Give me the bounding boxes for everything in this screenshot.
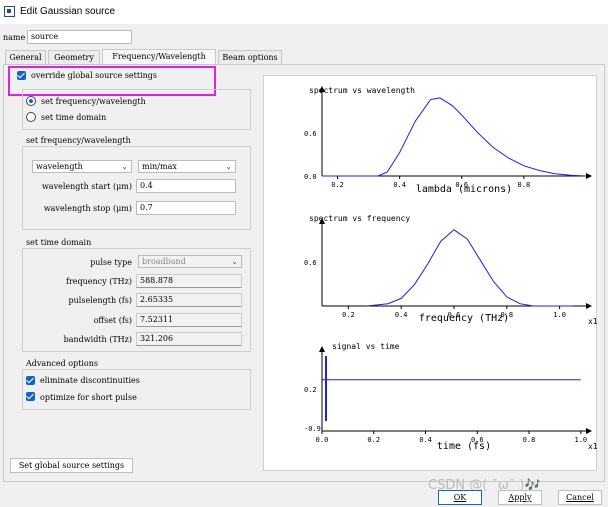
- x-tick-label: 0.8: [523, 436, 536, 444]
- advanced-group-title: Advanced options: [26, 359, 99, 368]
- wavelength-start-label: wavelength start (μm): [41, 182, 132, 191]
- tab-frequency-wavelength[interactable]: Frequency/Wavelength: [102, 49, 216, 64]
- radio-set-time-domain-label: set time domain: [41, 113, 107, 122]
- chevron-down-icon: ⌄: [121, 162, 128, 171]
- ok-button[interactable]: OK: [438, 490, 482, 505]
- chart-title: spectrum vs frequency: [309, 214, 410, 223]
- wavelength-stop-input[interactable]: 0.7: [136, 201, 236, 215]
- tab-general[interactable]: General: [5, 50, 46, 64]
- chart-title: signal vs time: [332, 342, 400, 351]
- offset-label: offset (fs): [93, 316, 132, 325]
- pulse-type-value: broadband: [142, 257, 186, 266]
- override-label: override global source settings: [31, 71, 158, 80]
- y-axis-arrow: [319, 346, 325, 352]
- pulselength-label: pulselength (fs): [68, 296, 132, 305]
- x-axis-label: frequency (THz): [419, 313, 509, 324]
- radio-set-frequency-label: set frequency/wavelength: [41, 97, 146, 106]
- x-tick-label: 0.2: [342, 311, 355, 319]
- tab-geometry[interactable]: Geometry: [48, 50, 100, 64]
- x-tick-label: 1.0: [574, 436, 587, 444]
- time-group-title: set time domain: [26, 238, 92, 247]
- x-multiplier: x10: [588, 442, 598, 451]
- x-tick-label: 1.0: [553, 311, 566, 319]
- x-axis-arrow: [586, 428, 592, 434]
- optimize-short-pulse-checkbox[interactable]: [26, 392, 35, 401]
- pulse-type-label: pulse type: [90, 258, 132, 267]
- title-bar: Edit Gaussian source: [0, 0, 608, 24]
- unit-select-value: wavelength: [36, 162, 83, 171]
- y-tick-label: 0.0: [304, 173, 317, 181]
- y-tick-label: 0.2: [304, 386, 317, 394]
- y-tick-label: 0.6: [304, 130, 317, 138]
- eliminate-discontinuities-checkbox[interactable]: [26, 376, 35, 385]
- eliminate-discontinuities-label: eliminate discontinuities: [40, 376, 140, 385]
- x-axis-label: time (fs): [437, 441, 491, 452]
- x-axis-arrow: [586, 303, 592, 309]
- set-global-source-settings-button[interactable]: Set global source settings: [10, 458, 133, 473]
- name-label: name: [3, 33, 26, 42]
- pulse-type-select[interactable]: broadband ⌄: [138, 255, 242, 268]
- x-axis-label: lambda (microns): [416, 184, 512, 195]
- app-icon: [4, 6, 15, 17]
- x-axis-arrow: [586, 173, 592, 179]
- pulselength-field[interactable]: 2.65335: [136, 293, 242, 307]
- unit-select[interactable]: wavelength ⌄: [32, 160, 132, 173]
- plot-panel: spectrum vs wavelength 0.2 0.4 0.6 0.8 0.0 0.6…: [263, 75, 603, 471]
- frequency-field[interactable]: 588.878: [136, 274, 242, 288]
- apply-button[interactable]: Apply: [498, 490, 542, 505]
- chart-title: spectrum vs wavelength: [309, 86, 415, 95]
- x-tick-label: 0.0: [316, 436, 329, 444]
- bandwidth-label: bandwidth (THz): [63, 335, 132, 344]
- wavelength-stop-label: wavelength stop (μm): [43, 204, 132, 213]
- frequency-label: frequency (THz): [66, 277, 132, 286]
- offset-field[interactable]: 7.52311: [136, 313, 242, 327]
- radio-set-frequency[interactable]: [26, 96, 36, 106]
- plots-svg: spectrum vs wavelength 0.2 0.4 0.6 0.8 0.0 0.6…: [304, 86, 603, 452]
- x-tick-label: 0.8: [518, 181, 531, 189]
- optimize-short-pulse-label: optimize for short pulse: [40, 393, 137, 402]
- x-tick-label: 0.4: [393, 181, 406, 189]
- mode-group: [22, 89, 251, 130]
- x-tick-label: 0.2: [331, 181, 344, 189]
- radio-set-time-domain[interactable]: [26, 112, 36, 122]
- y-tick-label: 0.6: [304, 259, 317, 267]
- x-tick-label: 0.4: [395, 311, 408, 319]
- x-tick-label: 0.4: [419, 436, 432, 444]
- bandwidth-field[interactable]: 321.206: [136, 332, 242, 346]
- x-tick-label: 0.2: [367, 436, 380, 444]
- freq-group-title: set frequency/wavelength: [26, 136, 131, 145]
- window-title: Edit Gaussian source: [20, 6, 116, 17]
- y-tick-label: -0.9: [304, 425, 321, 433]
- series-line: [366, 229, 573, 307]
- series-line: [322, 97, 587, 177]
- name-input[interactable]: source: [27, 30, 132, 44]
- wavelength-start-input[interactable]: 0.4: [136, 179, 236, 193]
- range-select[interactable]: min/max ⌄: [138, 160, 236, 173]
- range-select-value: min/max: [142, 162, 177, 171]
- override-checkbox[interactable]: [17, 71, 26, 80]
- x-multiplier: x10: [588, 317, 598, 326]
- cancel-button[interactable]: Cancel: [558, 490, 602, 505]
- chevron-down-icon: ⌄: [225, 162, 232, 171]
- chevron-down-icon: ⌄: [231, 257, 238, 266]
- tab-beam-options[interactable]: Beam options: [218, 50, 282, 64]
